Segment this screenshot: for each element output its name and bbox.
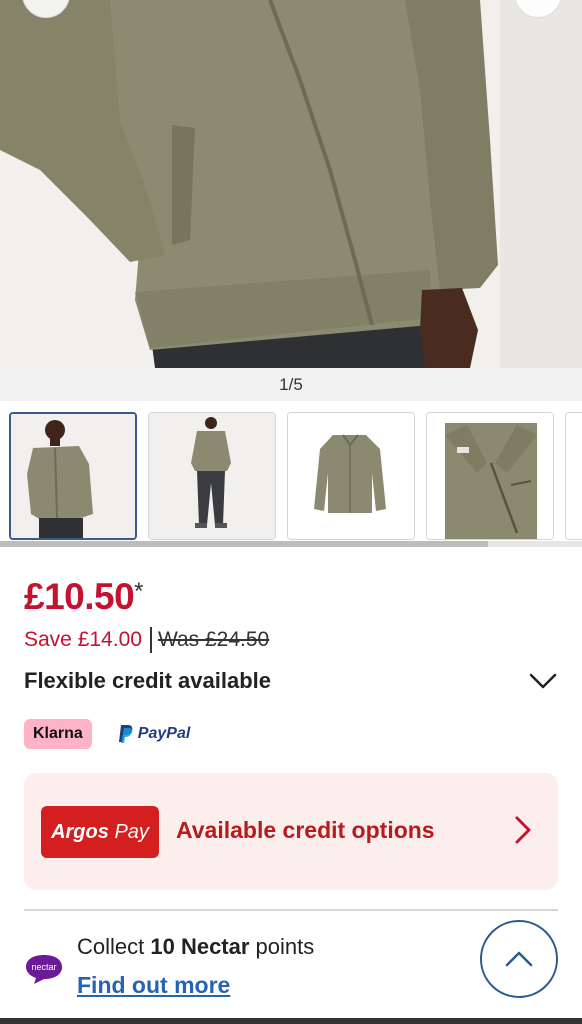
paypal-logo: PayPal (118, 724, 190, 744)
payment-logos: Klarna PayPal (24, 719, 190, 749)
thumbnail-image (427, 413, 553, 539)
price-asterisk: * (134, 578, 144, 605)
nectar-suffix: points (249, 934, 315, 959)
image-counter-bar: 1/5 (0, 368, 582, 401)
paypal-text: PayPal (137, 725, 191, 742)
chevron-down-icon (529, 673, 557, 689)
argos-pay-text: Available credit options (176, 817, 435, 843)
product-page: 1/5 £10.50* Save £14.00 Was £24.50 Flexi… (0, 0, 582, 1024)
current-price: £10.50* (24, 576, 144, 618)
nectar-icon: nectar (26, 955, 62, 984)
klarna-logo: Klarna (24, 719, 92, 749)
argos-pay-logo: Argos Pay (41, 806, 159, 858)
was-price: Was £24.50 (157, 628, 270, 651)
price-divider (149, 627, 152, 653)
chevron-right-icon (515, 816, 531, 844)
jacket-photo (0, 0, 582, 368)
nectar-points-text: Collect 10 Nectar points (77, 934, 314, 960)
thumbnail-3[interactable] (287, 412, 415, 540)
image-counter: 1/5 (279, 374, 303, 394)
thumbnail-strip[interactable] (0, 410, 582, 544)
nectar-points: 10 Nectar (150, 934, 250, 959)
price-value: £10.50 (24, 576, 135, 617)
thumbnail-image (149, 413, 275, 539)
argos-logo-brand: Argos (51, 820, 109, 843)
save-amount: Save £14.00 (24, 628, 142, 651)
find-out-more-link[interactable]: Find out more (77, 972, 230, 999)
product-main-image[interactable] (0, 0, 582, 368)
savings-row: Save £14.00 Was £24.50 (24, 627, 269, 653)
argos-logo-pay: Pay (114, 820, 149, 843)
section-divider (24, 909, 558, 911)
argos-pay-credit-card[interactable]: Argos Pay Available credit options (24, 773, 558, 890)
chevron-up-icon (505, 951, 533, 967)
flexible-credit-label: Flexible credit available (24, 668, 272, 693)
back-to-top-button[interactable] (480, 920, 558, 998)
thumbnail-scrollbar[interactable] (0, 541, 582, 547)
bottom-edge-bar (0, 1018, 582, 1024)
flexible-credit-toggle[interactable]: Flexible credit available (24, 664, 558, 698)
paypal-icon (118, 725, 133, 743)
nectar-prefix: Collect (77, 934, 151, 959)
thumbnail-2[interactable] (148, 412, 276, 540)
thumbnail-1[interactable] (9, 412, 137, 540)
scrollbar-thumb[interactable] (0, 541, 488, 547)
thumbnail-4[interactable] (426, 412, 554, 540)
thumbnail-image (11, 414, 135, 538)
nectar-logo-text: nectar (31, 962, 56, 972)
thumbnail-image (288, 413, 414, 539)
thumbnail-5[interactable] (565, 412, 582, 540)
